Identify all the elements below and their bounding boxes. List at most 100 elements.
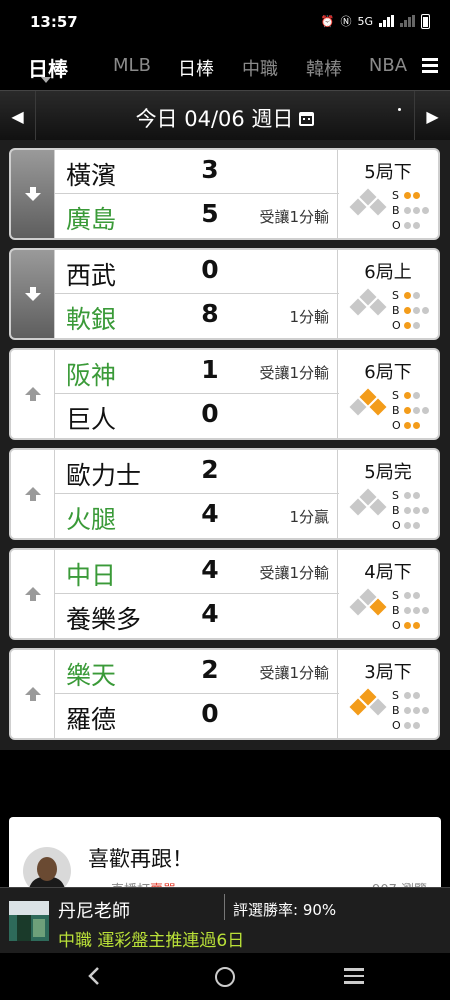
signal-strength-secondary-icon	[400, 15, 415, 27]
count-dot	[404, 492, 411, 499]
league-tab[interactable]: 日棒	[164, 55, 228, 81]
count-dot	[413, 722, 420, 729]
expand-toggle[interactable]	[11, 250, 55, 338]
system-nav-bar	[0, 953, 450, 1000]
game-status-panel: 6局下 S B O	[337, 350, 438, 438]
count-dot	[413, 207, 420, 214]
count-dot	[404, 622, 411, 629]
calendar-icon	[299, 112, 315, 126]
bases-diamond-icon	[349, 288, 387, 316]
team-score: 0	[201, 699, 219, 728]
count-indicator: SBO	[392, 288, 429, 333]
status-icons: ⏰ Ⓝ 5G	[321, 13, 430, 29]
league-nav: 日棒 MLB 日棒 中職 韓棒 NBA	[0, 46, 450, 90]
handicap-note: 1分輸	[289, 308, 329, 326]
team-name: 西武	[66, 261, 117, 290]
count-dot	[422, 307, 429, 314]
game-card[interactable]: 中日 4 受讓1分輸 養樂多 4 4局下 S B O	[9, 548, 440, 640]
arrow-up-icon	[24, 487, 41, 501]
status-time: 13:57	[30, 13, 78, 31]
expand-toggle[interactable]	[11, 550, 55, 638]
team-score: 1	[201, 355, 219, 384]
team-row-away: 橫濱 3	[55, 150, 339, 194]
date-selector[interactable]: 今日 04/06 週日	[0, 103, 450, 133]
count-dot	[404, 222, 411, 229]
game-status-panel: 6局上 S B O	[337, 250, 438, 338]
expand-toggle[interactable]	[11, 450, 55, 538]
date-label: 今日 04/06 週日	[135, 107, 294, 131]
home-icon[interactable]	[215, 967, 235, 987]
team-name: 廣島	[66, 205, 117, 234]
game-card[interactable]: 歐力士 2 火腿 4 1分贏 5局完 S B O	[9, 448, 440, 540]
team-score: 8	[201, 299, 219, 328]
arrow-up-icon	[24, 387, 41, 401]
next-day-button[interactable]: ▶	[414, 91, 450, 141]
inning-label: 5局完	[364, 462, 412, 483]
nfc-icon: Ⓝ	[340, 15, 352, 28]
count-dot	[413, 507, 420, 514]
count-dot	[413, 492, 420, 499]
game-card[interactable]: 橫濱 3 廣島 5 受讓1分輸 5局下 S B O	[9, 148, 440, 240]
hamburger-menu-icon[interactable]	[422, 58, 438, 74]
count-dot	[413, 622, 420, 629]
count-dot	[413, 307, 420, 314]
league-tab[interactable]: 韓棒	[292, 55, 356, 81]
promo-author: 丹尼老師	[58, 901, 130, 922]
expand-toggle[interactable]	[11, 650, 55, 738]
count-dot	[413, 292, 420, 299]
team-score: 3	[201, 155, 219, 184]
network-type-label: 5G	[357, 14, 373, 28]
bases-diamond-icon	[349, 688, 387, 716]
indicator-dot	[398, 108, 401, 111]
team-name: 中日	[66, 561, 117, 590]
count-dot	[413, 407, 420, 414]
count-dot	[422, 407, 429, 414]
team-row-away: 樂天 2 受讓1分輸	[55, 650, 339, 694]
promo-headline: 中職 運彩盤主推連過6日	[58, 931, 245, 951]
inning-label: 5局下	[364, 162, 412, 183]
caret-down-icon	[41, 77, 51, 83]
article-title: 喜歡再跟！	[88, 847, 193, 871]
back-icon[interactable]	[84, 965, 106, 987]
recent-apps-icon[interactable]	[344, 968, 364, 984]
count-dot	[404, 207, 411, 214]
league-tabs: MLB 日棒 中職 韓棒 NBA	[100, 55, 420, 81]
count-dot	[404, 422, 411, 429]
count-dot	[413, 322, 420, 329]
count-dot	[413, 592, 420, 599]
team-row-home: 巨人 0	[55, 394, 339, 438]
league-tab[interactable]: 中職	[228, 55, 292, 81]
team-row-away: 中日 4 受讓1分輸	[55, 550, 339, 594]
count-dot	[404, 307, 411, 314]
team-row-home: 廣島 5 受讓1分輸	[55, 194, 339, 238]
bases-diamond-icon	[349, 588, 387, 616]
game-list: 橫濱 3 廣島 5 受讓1分輸 5局下 S B O 西武 0 軟銀 8 1分輸 6局上 S B O 阪神 1 受讓1分輸…	[0, 140, 450, 750]
arrow-down-icon	[24, 187, 41, 201]
team-score: 4	[201, 599, 219, 628]
handicap-note: 受讓1分輸	[259, 564, 329, 582]
game-status-panel: 5局下 S B O	[337, 150, 438, 238]
promo-thumbnail	[9, 901, 49, 941]
count-dot	[422, 707, 429, 714]
count-indicator: SBO	[392, 388, 429, 433]
expand-toggle[interactable]	[11, 150, 55, 238]
bases-diamond-icon	[349, 488, 387, 516]
divider	[224, 894, 225, 920]
count-dot	[404, 692, 411, 699]
handicap-note: 1分贏	[289, 508, 329, 526]
team-score: 4	[201, 499, 219, 528]
count-dot	[413, 692, 420, 699]
game-card[interactable]: 西武 0 軟銀 8 1分輸 6局上 S B O	[9, 248, 440, 340]
game-card[interactable]: 阪神 1 受讓1分輸 巨人 0 6局下 S B O	[9, 348, 440, 440]
team-name: 巨人	[66, 405, 117, 434]
count-dot	[404, 407, 411, 414]
expand-toggle[interactable]	[11, 350, 55, 438]
promo-banner[interactable]: 丹尼老師 評選勝率: 90% 中職 運彩盤主推連過6日	[0, 887, 450, 953]
battery-icon	[421, 13, 430, 29]
game-card[interactable]: 樂天 2 受讓1分輸 羅德 0 3局下 S B O	[9, 648, 440, 740]
league-tab[interactable]: MLB	[100, 55, 164, 81]
team-row-home: 養樂多 4	[55, 594, 339, 638]
count-dot	[404, 392, 411, 399]
league-tab[interactable]: NBA	[356, 55, 420, 81]
arrow-up-icon	[24, 587, 41, 601]
